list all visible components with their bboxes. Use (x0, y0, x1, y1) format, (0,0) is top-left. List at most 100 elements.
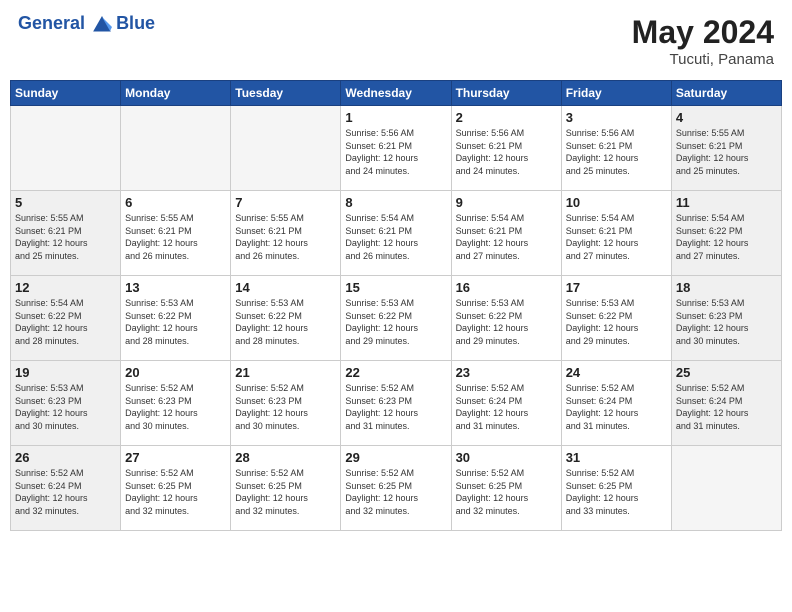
day-number: 20 (125, 365, 226, 380)
calendar-day-cell: 6 Sunrise: 5:55 AM Sunset: 6:21 PM Daylig… (121, 191, 231, 276)
day-number: 31 (566, 450, 667, 465)
weekday-header: Sunday (11, 81, 121, 106)
calendar-body: 1 Sunrise: 5:56 AM Sunset: 6:21 PM Daylig… (11, 106, 782, 531)
day-number: 16 (456, 280, 557, 295)
day-number: 27 (125, 450, 226, 465)
day-info: Sunrise: 5:52 AM Sunset: 6:24 PM Dayligh… (456, 382, 557, 432)
day-info: Sunrise: 5:54 AM Sunset: 6:22 PM Dayligh… (676, 212, 777, 262)
calendar-day-cell: 29 Sunrise: 5:52 AM Sunset: 6:25 PM Dayli… (341, 446, 451, 531)
calendar-day-cell (11, 106, 121, 191)
day-number: 2 (456, 110, 557, 125)
day-number: 4 (676, 110, 777, 125)
calendar-week-row: 12Sunrise: 5:54 AM Sunset: 6:22 PM Dayli… (11, 276, 782, 361)
calendar-day-cell: 31Sunrise: 5:52 AM Sunset: 6:25 PM Dayli… (561, 446, 671, 531)
weekday-header: Tuesday (231, 81, 341, 106)
calendar-week-row: 26 Sunrise: 5:52 AM Sunset: 6:24 PM Dayli… (11, 446, 782, 531)
day-info: Sunrise: 5:55 AM Sunset: 6:21 PM Dayligh… (676, 127, 777, 177)
day-info: Sunrise: 5:53 AM Sunset: 6:22 PM Dayligh… (125, 297, 226, 347)
day-number: 28 (235, 450, 336, 465)
day-number: 6 (125, 195, 226, 210)
day-number: 17 (566, 280, 667, 295)
day-number: 29 (345, 450, 446, 465)
logo-icon (92, 15, 112, 33)
calendar-day-cell: 13 Sunrise: 5:53 AM Sunset: 6:22 PM Dayli… (121, 276, 231, 361)
calendar-day-cell: 1 Sunrise: 5:56 AM Sunset: 6:21 PM Daylig… (341, 106, 451, 191)
day-info: Sunrise: 5:55 AM Sunset: 6:21 PM Dayligh… (125, 212, 226, 262)
weekday-header: Saturday (671, 81, 781, 106)
calendar-header-row: SundayMondayTuesdayWednesdayThursdayFrid… (11, 81, 782, 106)
day-info: Sunrise: 5:54 AM Sunset: 6:21 PM Dayligh… (345, 212, 446, 262)
calendar-week-row: 5 Sunrise: 5:55 AM Sunset: 6:21 PM Daylig… (11, 191, 782, 276)
day-number: 9 (456, 195, 557, 210)
calendar-day-cell: 7 Sunrise: 5:55 AM Sunset: 6:21 PM Daylig… (231, 191, 341, 276)
day-info: Sunrise: 5:55 AM Sunset: 6:21 PM Dayligh… (235, 212, 336, 262)
calendar-day-cell: 30Sunrise: 5:52 AM Sunset: 6:25 PM Dayli… (451, 446, 561, 531)
calendar-day-cell: 26 Sunrise: 5:52 AM Sunset: 6:24 PM Dayli… (11, 446, 121, 531)
calendar-day-cell: 25 Sunrise: 5:52 AM Sunset: 6:24 PM Dayli… (671, 361, 781, 446)
day-number: 3 (566, 110, 667, 125)
day-number: 21 (235, 365, 336, 380)
day-number: 8 (345, 195, 446, 210)
weekday-header: Friday (561, 81, 671, 106)
day-info: Sunrise: 5:56 AM Sunset: 6:21 PM Dayligh… (345, 127, 446, 177)
logo-general: General (18, 13, 85, 33)
calendar-day-cell: 22 Sunrise: 5:52 AM Sunset: 6:23 PM Dayli… (341, 361, 451, 446)
day-info: Sunrise: 5:52 AM Sunset: 6:23 PM Dayligh… (235, 382, 336, 432)
calendar-day-cell: 4 Sunrise: 5:55 AM Sunset: 6:21 PM Daylig… (671, 106, 781, 191)
day-number: 7 (235, 195, 336, 210)
calendar-day-cell: 14Sunrise: 5:53 AM Sunset: 6:22 PM Dayli… (231, 276, 341, 361)
day-info: Sunrise: 5:53 AM Sunset: 6:22 PM Dayligh… (566, 297, 667, 347)
location: Tucuti, Panama (632, 51, 774, 68)
calendar-day-cell: 19Sunrise: 5:53 AM Sunset: 6:23 PM Dayli… (11, 361, 121, 446)
day-info: Sunrise: 5:53 AM Sunset: 6:23 PM Dayligh… (676, 297, 777, 347)
day-number: 11 (676, 195, 777, 210)
weekday-header: Thursday (451, 81, 561, 106)
day-number: 5 (15, 195, 116, 210)
calendar-day-cell: 5Sunrise: 5:55 AM Sunset: 6:21 PM Daylig… (11, 191, 121, 276)
calendar-day-cell: 18 Sunrise: 5:53 AM Sunset: 6:23 PM Dayli… (671, 276, 781, 361)
day-number: 1 (345, 110, 446, 125)
title-block: May 2024 Tucuti, Panama (632, 14, 774, 68)
calendar-week-row: 1 Sunrise: 5:56 AM Sunset: 6:21 PM Daylig… (11, 106, 782, 191)
day-info: Sunrise: 5:56 AM Sunset: 6:21 PM Dayligh… (566, 127, 667, 177)
page-header: General Blue May 2024 Tucuti, Panama (10, 10, 782, 72)
day-info: Sunrise: 5:52 AM Sunset: 6:24 PM Dayligh… (15, 467, 116, 517)
day-number: 13 (125, 280, 226, 295)
day-info: Sunrise: 5:52 AM Sunset: 6:24 PM Dayligh… (566, 382, 667, 432)
day-info: Sunrise: 5:52 AM Sunset: 6:23 PM Dayligh… (345, 382, 446, 432)
calendar-day-cell (671, 446, 781, 531)
calendar-day-cell: 9Sunrise: 5:54 AM Sunset: 6:21 PM Daylig… (451, 191, 561, 276)
day-info: Sunrise: 5:52 AM Sunset: 6:25 PM Dayligh… (345, 467, 446, 517)
day-info: Sunrise: 5:52 AM Sunset: 6:24 PM Dayligh… (676, 382, 777, 432)
calendar-day-cell: 21 Sunrise: 5:52 AM Sunset: 6:23 PM Dayli… (231, 361, 341, 446)
day-number: 22 (345, 365, 446, 380)
calendar-day-cell: 20Sunrise: 5:52 AM Sunset: 6:23 PM Dayli… (121, 361, 231, 446)
calendar-day-cell: 24Sunrise: 5:52 AM Sunset: 6:24 PM Dayli… (561, 361, 671, 446)
day-number: 18 (676, 280, 777, 295)
day-number: 26 (15, 450, 116, 465)
calendar-day-cell (231, 106, 341, 191)
calendar-week-row: 19Sunrise: 5:53 AM Sunset: 6:23 PM Dayli… (11, 361, 782, 446)
calendar-day-cell: 11 Sunrise: 5:54 AM Sunset: 6:22 PM Dayli… (671, 191, 781, 276)
calendar-day-cell: 2Sunrise: 5:56 AM Sunset: 6:21 PM Daylig… (451, 106, 561, 191)
calendar-day-cell: 8 Sunrise: 5:54 AM Sunset: 6:21 PM Daylig… (341, 191, 451, 276)
day-info: Sunrise: 5:52 AM Sunset: 6:25 PM Dayligh… (235, 467, 336, 517)
weekday-header: Wednesday (341, 81, 451, 106)
calendar-day-cell: 10Sunrise: 5:54 AM Sunset: 6:21 PM Dayli… (561, 191, 671, 276)
calendar-table: SundayMondayTuesdayWednesdayThursdayFrid… (10, 80, 782, 531)
day-number: 15 (345, 280, 446, 295)
calendar-day-cell (121, 106, 231, 191)
calendar-day-cell: 28 Sunrise: 5:52 AM Sunset: 6:25 PM Dayli… (231, 446, 341, 531)
day-number: 25 (676, 365, 777, 380)
day-info: Sunrise: 5:54 AM Sunset: 6:21 PM Dayligh… (566, 212, 667, 262)
day-number: 23 (456, 365, 557, 380)
day-info: Sunrise: 5:53 AM Sunset: 6:22 PM Dayligh… (235, 297, 336, 347)
month-title: May 2024 (632, 14, 774, 51)
day-info: Sunrise: 5:53 AM Sunset: 6:22 PM Dayligh… (345, 297, 446, 347)
calendar-day-cell: 17 Sunrise: 5:53 AM Sunset: 6:22 PM Dayli… (561, 276, 671, 361)
day-number: 19 (15, 365, 116, 380)
calendar-day-cell: 12Sunrise: 5:54 AM Sunset: 6:22 PM Dayli… (11, 276, 121, 361)
day-info: Sunrise: 5:52 AM Sunset: 6:25 PM Dayligh… (125, 467, 226, 517)
calendar-day-cell: 23 Sunrise: 5:52 AM Sunset: 6:24 PM Dayli… (451, 361, 561, 446)
weekday-header: Monday (121, 81, 231, 106)
